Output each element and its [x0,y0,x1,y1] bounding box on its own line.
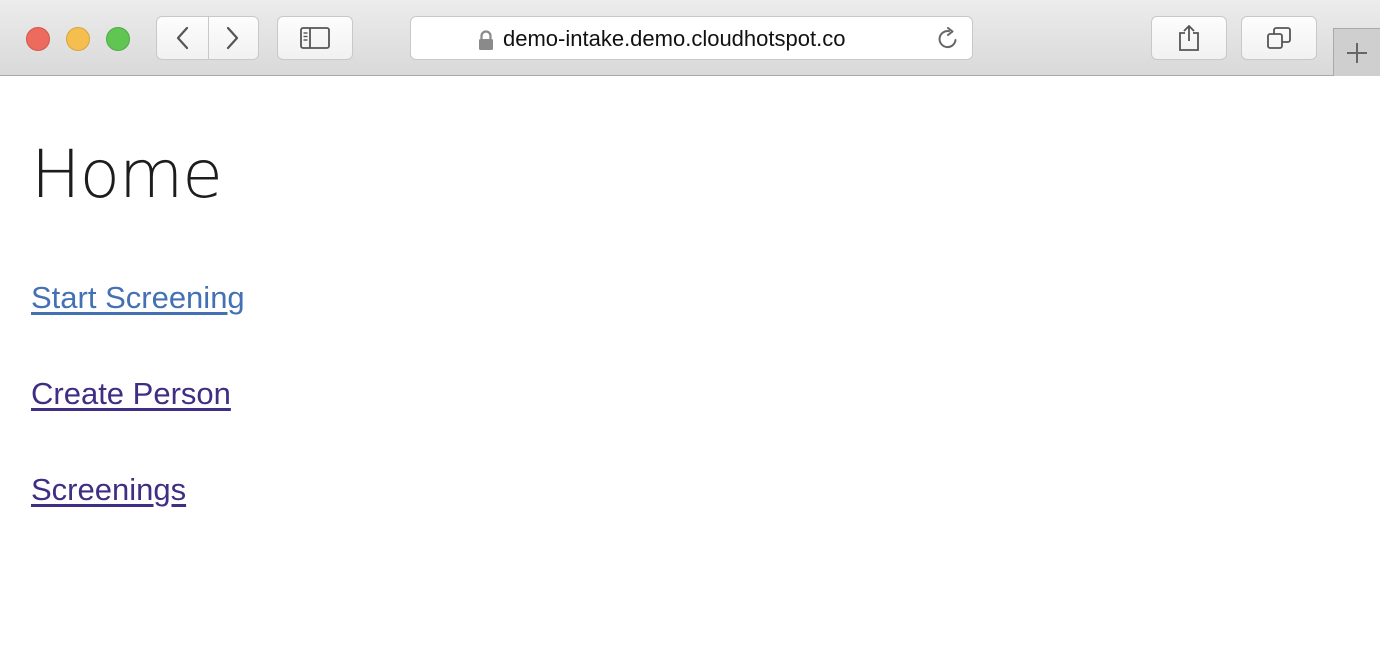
chevron-right-icon [227,26,239,50]
url-text: demo-intake.demo.cloudhotspot.co [503,26,846,51]
chevron-left-icon [177,26,189,50]
tabs-icon [1267,27,1291,49]
screenings-link[interactable]: Screenings [31,471,186,509]
start-screening-link[interactable]: Start Screening [31,279,245,317]
reload-icon[interactable] [936,27,960,51]
address-bar[interactable]: demo-intake.demo.cloudhotspot.co [410,16,973,60]
share-button[interactable] [1151,16,1227,60]
lock-icon [479,30,493,50]
share-icon [1179,25,1199,51]
browser-toolbar: demo-intake.demo.cloudhotspot.co [0,0,1380,76]
page-title: Home [31,136,223,213]
sidebar-button[interactable] [277,16,353,60]
history-navigation [156,16,259,60]
back-button[interactable] [157,17,208,59]
page-content: Home Start Screening Create Person Scree… [0,77,1380,646]
forward-button[interactable] [207,17,259,59]
window-close-button[interactable] [26,27,50,51]
window-minimize-button[interactable] [66,27,90,51]
new-tab-button[interactable] [1333,28,1380,76]
plus-icon [1347,42,1367,63]
window-zoom-button[interactable] [106,27,130,51]
tab-overview-button[interactable] [1241,16,1317,60]
create-person-link[interactable]: Create Person [31,375,231,413]
sidebar-icon [300,27,330,49]
